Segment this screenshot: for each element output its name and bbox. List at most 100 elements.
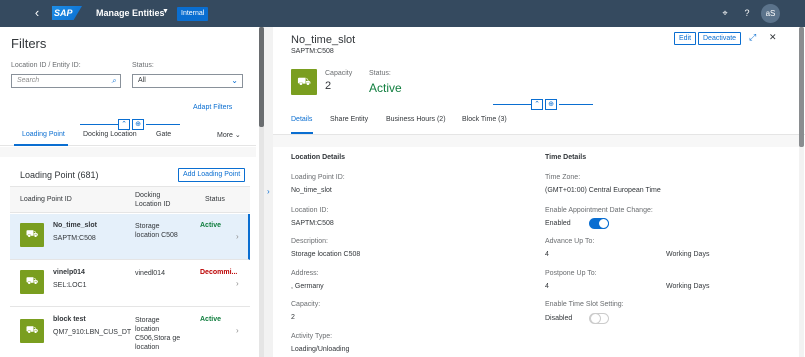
tab-loading-point[interactable]: Loading Point — [22, 131, 65, 138]
field-value: No_time_slot — [291, 187, 332, 194]
shell-bar: ‹ SAP Manage Entities ▼ Internal ⌖ ? aS — [0, 0, 805, 27]
timeslot-value: Disabled — [545, 315, 573, 322]
timeslot-switch[interactable] — [589, 313, 609, 324]
close-icon[interactable]: ✕ — [769, 32, 777, 43]
postpone-value: 4 — [545, 283, 549, 290]
table-row[interactable]: ⛟ vinelp014 SEL:LOC1 vinedl014 Decommi..… — [10, 261, 250, 307]
table-row[interactable]: ⛟ block test QM7_910:LBN_CUS_DT Storage … — [10, 308, 250, 357]
tab-selection-indicator — [291, 132, 313, 134]
location-details-title: Location Details — [291, 154, 346, 161]
object-subtitle: SAPTM:C508 — [291, 48, 334, 55]
right-scrollbar[interactable] — [799, 27, 804, 357]
object-title: No_time_slot — [291, 34, 356, 46]
avatar[interactable]: aS — [761, 4, 780, 23]
back-icon[interactable]: ‹ — [30, 6, 44, 20]
capacity-value: 2 — [325, 80, 332, 92]
section-spacer — [273, 135, 801, 147]
capacity-label: Capacity — [325, 70, 353, 77]
tab-gate[interactable]: Gate — [156, 131, 171, 138]
chevron-down-icon[interactable]: ▼ — [162, 8, 169, 15]
edit-button[interactable]: Edit — [674, 32, 697, 45]
field-label: Loading Point ID: — [291, 174, 345, 181]
header-collapser: ⌃ ⊕ — [493, 99, 593, 110]
time-zone-label: Time Zone: — [545, 174, 581, 181]
collapser-line — [493, 104, 531, 105]
switch-knob — [590, 313, 601, 324]
column-header-status[interactable]: Status — [205, 196, 225, 203]
status-value: Active — [369, 81, 402, 95]
search-icon[interactable]: ⌕ — [112, 75, 116, 87]
loading-point-icon: ⛟ — [291, 69, 317, 95]
field-label: Description: — [291, 238, 328, 245]
field-value: Loading/Unloading — [291, 346, 350, 353]
timeslot-label: Enable Time Slot Setting: — [545, 301, 624, 308]
more-label: More — [217, 132, 233, 139]
add-loading-point-button[interactable]: Add Loading Point — [178, 168, 246, 182]
row-docking: Storage location C506,Stora ge location — [135, 317, 181, 351]
time-details-title: Time Details — [545, 154, 587, 161]
chevron-right-icon: › — [236, 279, 239, 288]
postpone-unit: Working Days — [666, 283, 710, 290]
status-select[interactable]: All ⌄ — [132, 74, 243, 88]
filters-title: Filters — [11, 36, 47, 51]
chevron-down-icon: ⌄ — [234, 132, 241, 139]
app-title[interactable]: Manage Entities — [96, 8, 165, 18]
status-filter-label: Status: — [132, 62, 154, 69]
row-status: Active — [200, 222, 222, 229]
search-placeholder: Search — [17, 77, 40, 84]
chevron-right-icon[interactable]: › — [267, 187, 270, 196]
help-icon[interactable]: ? — [740, 6, 754, 20]
advance-unit: Working Days — [666, 251, 710, 258]
tab-more[interactable]: More ⌄ — [217, 131, 241, 139]
row-name: vinelp014 — [53, 269, 85, 276]
row-docking: Storage location C508 — [135, 223, 178, 239]
pin-header-icon[interactable]: ⊕ — [545, 99, 557, 110]
row-location: SAPTM:C508 — [53, 235, 96, 242]
environment-badge: Internal — [177, 7, 209, 21]
field-label: Address: — [291, 270, 319, 277]
postpone-label: Postpone Up To: — [545, 270, 597, 277]
chevron-right-icon: › — [236, 326, 239, 335]
advance-label: Advance Up To: — [545, 238, 595, 245]
loading-point-icon: ⛟ — [20, 270, 44, 294]
deactivate-button[interactable]: Deactivate — [698, 32, 742, 45]
object-header: No_time_slot SAPTM:C508 Edit Deactivate … — [273, 27, 805, 135]
switch-knob — [598, 218, 609, 229]
panel-splitter[interactable]: › — [264, 27, 273, 357]
tab-selection-indicator — [14, 144, 68, 146]
appt-change-switch[interactable] — [589, 218, 609, 229]
collapse-icon[interactable]: ⌃ — [531, 99, 543, 110]
sap-logo[interactable]: SAP — [52, 6, 82, 20]
search-input[interactable]: Search ⌕ — [11, 74, 121, 88]
table-header: Loading Point ID Docking Location ID Sta… — [10, 186, 250, 213]
list-title: Loading Point (681) — [20, 170, 99, 180]
loading-point-icon: ⛟ — [20, 223, 44, 247]
fullscreen-icon[interactable]: ⤢ — [749, 32, 756, 43]
detail-panel: No_time_slot SAPTM:C508 Edit Deactivate … — [273, 27, 805, 357]
location-filter-label: Location ID / Entity ID: — [11, 62, 81, 69]
tab-share-entity[interactable]: Share Entity — [330, 116, 368, 123]
row-status: Decommi... — [200, 269, 238, 276]
tab-details[interactable]: Details — [291, 116, 312, 123]
field-label: Activity Type: — [291, 333, 333, 340]
tab-block-time[interactable]: Block Time (3) — [462, 116, 507, 123]
tab-business-hours[interactable]: Business Hours (2) — [386, 116, 446, 123]
section-spacer — [0, 147, 256, 157]
tab-docking-location[interactable]: Docking Location — [83, 131, 137, 138]
scrollbar-thumb[interactable] — [799, 27, 804, 147]
row-name: No_time_slot — [53, 222, 97, 229]
table-row[interactable]: ⛟ No_time_slot SAPTM:C508 Storage locati… — [10, 214, 250, 260]
collapser-line — [80, 124, 118, 125]
appt-change-value: Enabled — [545, 220, 571, 227]
column-header-id[interactable]: Loading Point ID — [20, 196, 72, 203]
adapt-filters-link[interactable]: Adapt Filters — [193, 104, 232, 111]
column-header-docking[interactable]: Docking Location ID — [135, 191, 185, 209]
pin-icon[interactable]: ⌖ — [718, 6, 732, 20]
field-value: 2 — [291, 314, 295, 321]
field-value: , Germany — [291, 283, 324, 290]
row-name: block test — [53, 316, 86, 323]
chevron-right-icon: › — [236, 232, 239, 241]
chevron-down-icon[interactable]: ⌄ — [231, 75, 238, 87]
row-docking: vinedl014 — [135, 270, 165, 277]
field-label: Capacity: — [291, 301, 321, 308]
